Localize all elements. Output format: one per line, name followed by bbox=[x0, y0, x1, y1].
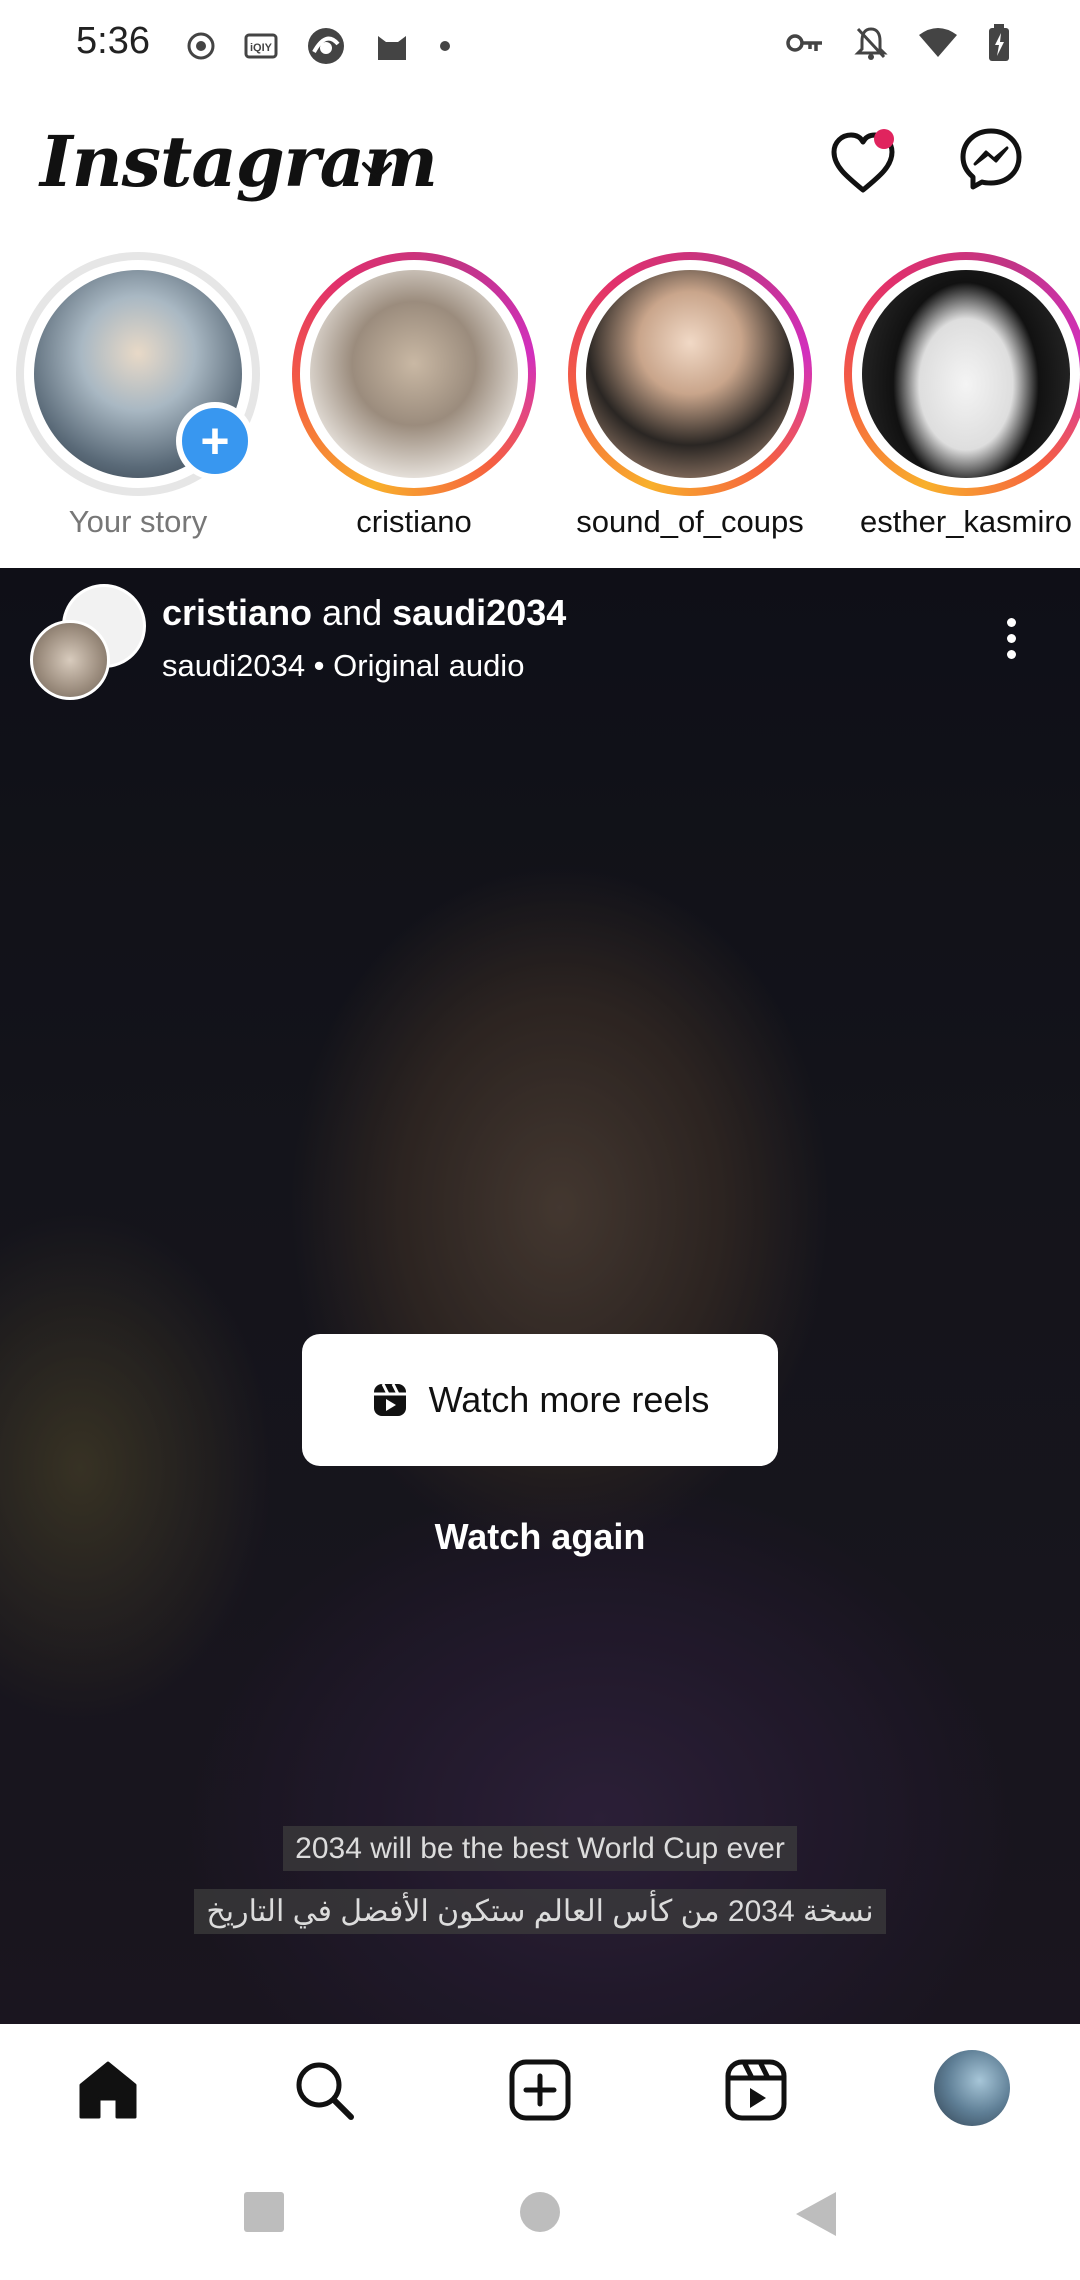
add-story-button[interactable]: + bbox=[176, 402, 254, 480]
watch-more-label: Watch more reels bbox=[428, 1379, 710, 1420]
reel-dim-overlay bbox=[0, 568, 1080, 2024]
avatar bbox=[310, 270, 518, 478]
browser-icon bbox=[308, 28, 344, 64]
post-author-line[interactable]: cristiano and saudi2034 bbox=[162, 592, 566, 634]
stories-tray: + Your story cristiano sound_of_coups es… bbox=[0, 252, 1080, 552]
more-options-icon[interactable] bbox=[1004, 618, 1018, 668]
back-button[interactable] bbox=[794, 2190, 838, 2238]
story-sound-of-coups[interactable]: sound_of_coups bbox=[560, 252, 812, 552]
nav-reels[interactable] bbox=[718, 2052, 794, 2128]
messenger-button[interactable] bbox=[958, 126, 1024, 197]
subtitle-arabic: نسخة 2034 من كأس العالم ستكون الأفضل في … bbox=[0, 1889, 1080, 1934]
status-time: 5:36 bbox=[76, 20, 150, 62]
status-bar: 5:36 iQIY bbox=[0, 0, 1080, 86]
watch-again-button[interactable]: Watch again bbox=[0, 1516, 1080, 1558]
home-button[interactable] bbox=[518, 2190, 562, 2234]
story-ring bbox=[292, 252, 536, 496]
create-icon bbox=[509, 2059, 571, 2121]
reel-post[interactable]: cristiano and saudi2034 saudi2034 • Orig… bbox=[0, 568, 1080, 2024]
search-icon bbox=[296, 2062, 354, 2120]
post-author-avatars[interactable] bbox=[30, 584, 150, 700]
cat-icon bbox=[378, 36, 406, 60]
story-label: sound_of_coups bbox=[576, 504, 804, 539]
story-ring bbox=[844, 252, 1080, 496]
avatar bbox=[862, 270, 1070, 478]
battery-charging-icon bbox=[989, 24, 1009, 61]
nav-profile-avatar[interactable] bbox=[934, 2050, 1010, 2126]
nav-home[interactable] bbox=[70, 2052, 146, 2128]
reels-icon bbox=[373, 1383, 406, 1416]
svg-text:iQIY: iQIY bbox=[250, 42, 273, 54]
subtitle-english: 2034 will be the best World Cup ever bbox=[0, 1826, 1080, 1871]
wifi-icon bbox=[919, 28, 957, 57]
app-header: Instagram bbox=[0, 110, 1080, 230]
status-right-icons bbox=[786, 24, 1010, 62]
author-primary[interactable]: cristiano bbox=[162, 592, 312, 633]
messenger-icon bbox=[960, 128, 1022, 190]
status-left-icons: iQIY bbox=[186, 26, 452, 66]
watch-more-reels-button[interactable]: Watch more reels bbox=[302, 1334, 778, 1466]
record-icon bbox=[187, 32, 215, 60]
subtitle-text: 2034 will be the best World Cup ever bbox=[283, 1826, 797, 1871]
bottom-navigation bbox=[0, 2024, 1080, 2150]
notifications-button[interactable] bbox=[826, 126, 900, 205]
author-joiner: and bbox=[322, 592, 383, 633]
vpn-key-icon bbox=[786, 34, 822, 52]
system-navigation-bar bbox=[0, 2150, 1080, 2280]
silent-bell-icon bbox=[854, 27, 888, 60]
story-esther-kasmiro[interactable]: esther_kasmiro bbox=[836, 252, 1080, 552]
story-your-story[interactable]: + Your story bbox=[8, 252, 260, 552]
reels-icon bbox=[725, 2059, 787, 2121]
post-audio-line[interactable]: saudi2034 • Original audio bbox=[162, 648, 524, 684]
subtitle-text: نسخة 2034 من كأس العالم ستكون الأفضل في … bbox=[194, 1889, 886, 1934]
recents-button[interactable] bbox=[242, 2190, 286, 2234]
avatar bbox=[586, 270, 794, 478]
chevron-down-icon[interactable] bbox=[360, 158, 394, 182]
story-label: Your story bbox=[68, 504, 208, 539]
iqiyi-icon: iQIY bbox=[244, 33, 278, 59]
story-label: cristiano bbox=[356, 504, 472, 539]
heart-icon bbox=[831, 129, 895, 193]
nav-search[interactable] bbox=[286, 2052, 362, 2128]
story-ring bbox=[568, 252, 812, 496]
nav-create[interactable] bbox=[502, 2052, 578, 2128]
story-cristiano[interactable]: cristiano bbox=[284, 252, 536, 552]
home-icon bbox=[79, 2061, 137, 2119]
author-secondary[interactable]: saudi2034 bbox=[392, 592, 566, 633]
avatar bbox=[30, 620, 110, 700]
dot-icon bbox=[440, 41, 450, 51]
story-label: esther_kasmiro bbox=[860, 504, 1072, 539]
